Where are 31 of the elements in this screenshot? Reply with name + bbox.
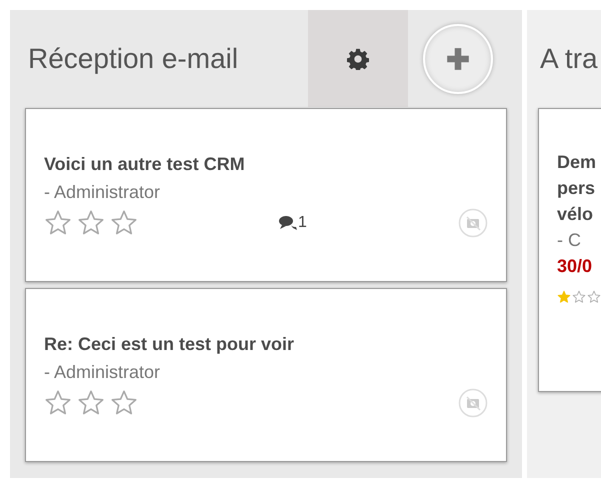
plus-icon xyxy=(445,46,471,72)
star-icon[interactable] xyxy=(77,389,105,417)
kanban-card[interactable]: Re: Ceci est un test pour voir - Administrator xyxy=(25,288,507,462)
no-photo-icon xyxy=(458,388,488,418)
star-icon[interactable] xyxy=(572,290,586,304)
kanban-card[interactable]: Dem pers vélo - C 30/0 xyxy=(538,108,601,392)
card-title: pers xyxy=(557,177,596,200)
star-icon[interactable] xyxy=(587,290,601,304)
settings-button[interactable] xyxy=(308,10,408,107)
star-icon[interactable] xyxy=(110,209,138,237)
star-icon[interactable] xyxy=(110,389,138,417)
card-title: vélo xyxy=(557,203,594,226)
star-icon[interactable] xyxy=(44,209,72,237)
settings-icon xyxy=(347,48,369,70)
column-title: A tra xyxy=(539,42,598,74)
card-title: Voici un autre test CRM xyxy=(44,153,246,176)
kanban-card[interactable]: Voici un autre test CRM - Administrator 1 xyxy=(25,108,507,282)
card-title: Re: Ceci est un test pour voir xyxy=(44,333,296,356)
card-date: 30/0 xyxy=(557,255,594,278)
add-button[interactable] xyxy=(423,24,493,94)
column-title: Réception e-mail xyxy=(27,42,240,74)
card-author: - Administrator xyxy=(44,361,162,384)
card-title: Dem xyxy=(557,151,598,174)
filled-star-icon[interactable] xyxy=(557,290,571,304)
comment-count: 1 xyxy=(298,214,307,232)
comments-icon xyxy=(278,215,298,231)
card-author: - C xyxy=(557,229,582,252)
star-icon[interactable] xyxy=(44,389,72,417)
card-author: - Administrator xyxy=(44,181,162,204)
star-icon[interactable] xyxy=(77,209,105,237)
no-photo-icon xyxy=(458,208,488,238)
